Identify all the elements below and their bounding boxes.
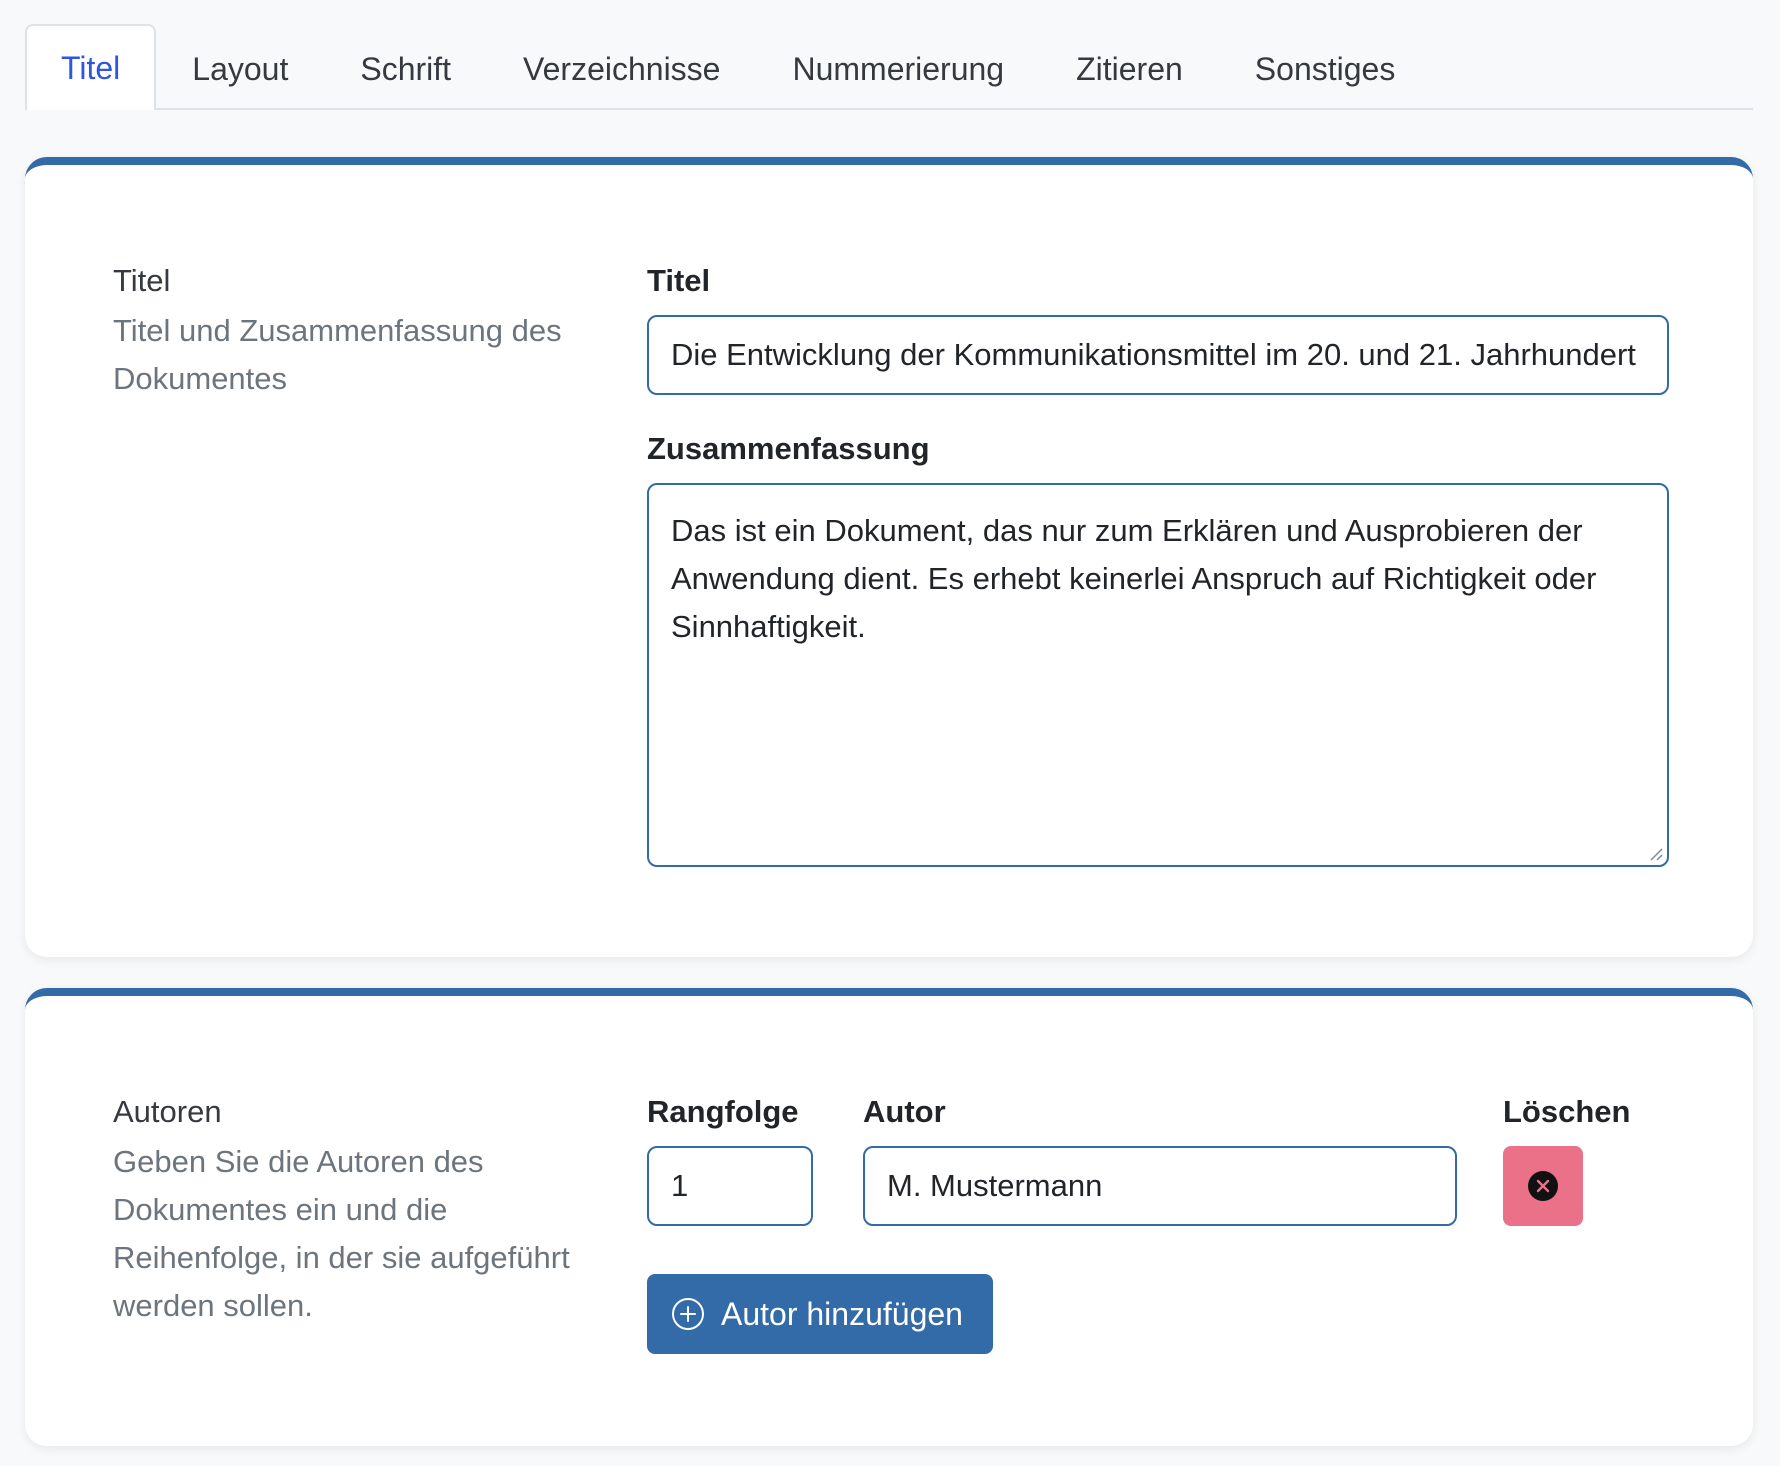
summary-field-label: Zusammenfassung <box>647 431 930 466</box>
add-author-label: Autor hinzufügen <box>721 1295 963 1332</box>
tab-bar: Titel Layout Schrift Verzeichnisse Numme… <box>25 24 1753 110</box>
summary-textarea[interactable]: Das ist ein Dokument, das nur zum Erklär… <box>647 483 1669 867</box>
section-description-titel: Titel und Zusammenfassung des Dokumentes <box>113 313 562 396</box>
authors-card: Autoren Geben Sie die Autoren des Dokume… <box>25 988 1753 1446</box>
delete-author-button[interactable] <box>1503 1146 1583 1226</box>
add-author-button[interactable]: Autor hinzufügen <box>647 1274 993 1354</box>
resize-handle-icon[interactable] <box>1647 845 1663 861</box>
rank-column-label: Rangfolge <box>647 1094 799 1129</box>
tab-nummerierung[interactable]: Nummerierung <box>756 26 1040 110</box>
page: Titel Layout Schrift Verzeichnisse Numme… <box>0 0 1780 1466</box>
title-field-label: Titel <box>647 263 711 298</box>
tab-verzeichnisse[interactable]: Verzeichnisse <box>487 26 756 110</box>
tab-sonstiges[interactable]: Sonstiges <box>1219 26 1432 110</box>
section-description-autoren: Geben Sie die Autoren des Dokumentes ein… <box>113 1144 570 1323</box>
summary-text: Das ist ein Dokument, das nur zum Erklär… <box>671 513 1597 644</box>
tab-titel[interactable]: Titel <box>25 24 157 110</box>
close-circle-icon <box>1528 1171 1558 1201</box>
tab-zitieren[interactable]: Zitieren <box>1040 26 1219 110</box>
title-input[interactable]: Die Entwicklung der Kommunikationsmittel… <box>647 315 1669 395</box>
tab-layout[interactable]: Layout <box>156 26 324 110</box>
section-heading-autoren: Autoren <box>113 1094 222 1129</box>
tab-schrift[interactable]: Schrift <box>324 26 487 110</box>
plus-circle-icon <box>672 1298 704 1330</box>
rank-input[interactable]: 1 <box>647 1146 813 1226</box>
delete-column-label: Löschen <box>1503 1094 1631 1129</box>
title-card: Titel Titel und Zusammenfassung des Doku… <box>25 157 1753 957</box>
section-heading-titel: Titel <box>113 263 171 298</box>
author-input[interactable]: M. Mustermann <box>863 1146 1457 1226</box>
author-column-label: Autor <box>863 1094 946 1129</box>
